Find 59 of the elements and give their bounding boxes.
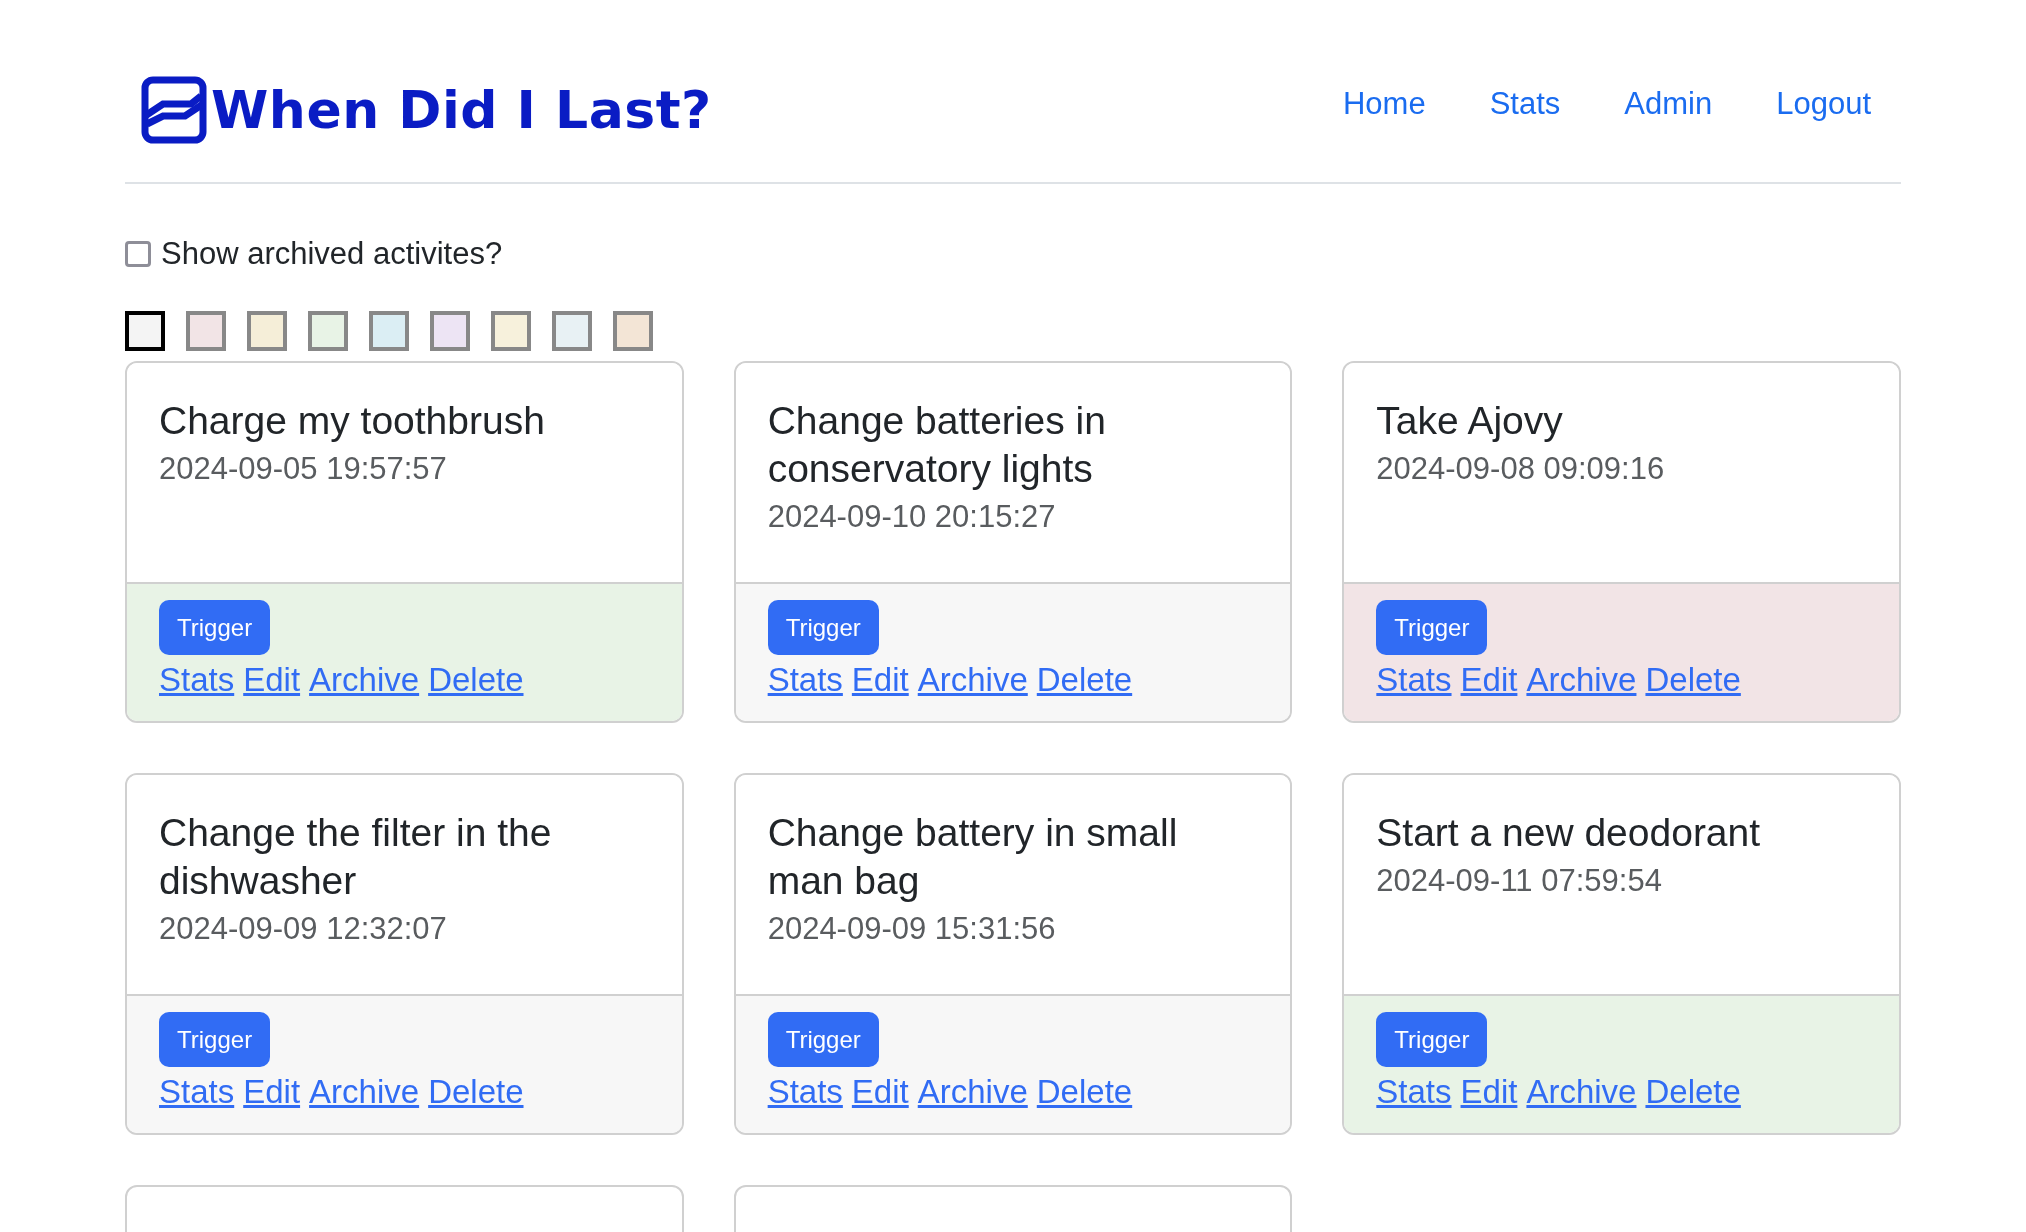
color-swatch[interactable] (552, 311, 592, 351)
action-link[interactable]: Delete (428, 659, 524, 701)
nav-link[interactable]: Admin (1624, 80, 1713, 128)
action-link[interactable]: Edit (243, 1071, 301, 1113)
trigger-button[interactable]: Trigger (767, 600, 879, 655)
nav-link[interactable]: Stats (1489, 80, 1561, 128)
color-swatch[interactable] (613, 311, 653, 351)
color-swatch[interactable] (369, 311, 409, 351)
action-link[interactable]: Edit (1460, 659, 1518, 701)
logo-icon (141, 76, 207, 144)
action-link[interactable]: Stats (1376, 659, 1452, 701)
action-link[interactable]: Stats (159, 659, 235, 701)
trigger-button[interactable]: Trigger (159, 1012, 271, 1067)
action-link[interactable]: Stats (767, 1071, 843, 1113)
activity-title: Change battery in small man bag (767, 810, 1179, 904)
color-swatch[interactable] (491, 311, 531, 351)
action-link[interactable]: Archive (917, 659, 1028, 701)
action-link[interactable]: Edit (851, 1071, 909, 1113)
brand-title[interactable]: When Did I Last? (211, 84, 712, 136)
trigger-button[interactable]: Trigger (1376, 600, 1488, 655)
activity-title: Take Ajovy (1376, 398, 1564, 444)
activity-date: 2024-09-10 20:15:27 (767, 498, 1057, 536)
action-link[interactable]: Edit (243, 659, 301, 701)
activity-title: Change batteries in conservatory lights (767, 398, 1107, 492)
nav-link[interactable]: Home (1342, 80, 1426, 128)
trigger-button[interactable]: Trigger (1376, 1012, 1488, 1067)
action-link[interactable]: Edit (1460, 1071, 1518, 1113)
action-link[interactable]: Archive (309, 659, 420, 701)
action-link[interactable]: Delete (1645, 659, 1741, 701)
action-link[interactable]: Archive (917, 1071, 1028, 1113)
checkbox[interactable] (125, 240, 151, 267)
activity-date: 2024-09-05 19:57:57 (159, 450, 448, 488)
action-link[interactable]: Stats (1376, 1071, 1452, 1113)
action-link[interactable]: Delete (428, 1071, 524, 1113)
action-link[interactable]: Edit (851, 659, 909, 701)
activity-date: 2024-09-09 12:32:07 (159, 910, 448, 948)
action-link[interactable]: Archive (1526, 659, 1637, 701)
color-swatch[interactable] (430, 311, 470, 351)
activity-date: 2024-09-09 15:31:56 (767, 910, 1057, 948)
action-link[interactable]: Stats (159, 1071, 235, 1113)
color-swatch[interactable] (247, 311, 287, 351)
activity-date: 2024-09-11 07:59:54 (1376, 862, 1663, 900)
action-link[interactable]: Delete (1036, 1071, 1133, 1113)
activity-date: 2024-09-08 09:09:16 (1376, 450, 1666, 488)
activity-title: Start a new deodorant (1376, 810, 1762, 856)
color-swatch[interactable] (186, 311, 226, 351)
action-link[interactable]: Archive (309, 1071, 420, 1113)
trigger-button[interactable]: Trigger (159, 600, 271, 655)
color-swatch[interactable] (125, 311, 165, 351)
color-swatch[interactable] (308, 311, 348, 351)
trigger-button[interactable]: Trigger (767, 1012, 879, 1067)
action-link[interactable]: Archive (1526, 1071, 1637, 1113)
checkbox-label: Show archived activites? (161, 238, 503, 269)
action-link[interactable]: Stats (767, 659, 843, 701)
nav-link[interactable]: Logout (1776, 80, 1871, 128)
action-link[interactable]: Delete (1645, 1071, 1741, 1113)
activity-title: Change the filter in the dishwasher (159, 810, 553, 904)
activity-title: Charge my toothbrush (159, 398, 546, 444)
action-link[interactable]: Delete (1036, 659, 1133, 701)
